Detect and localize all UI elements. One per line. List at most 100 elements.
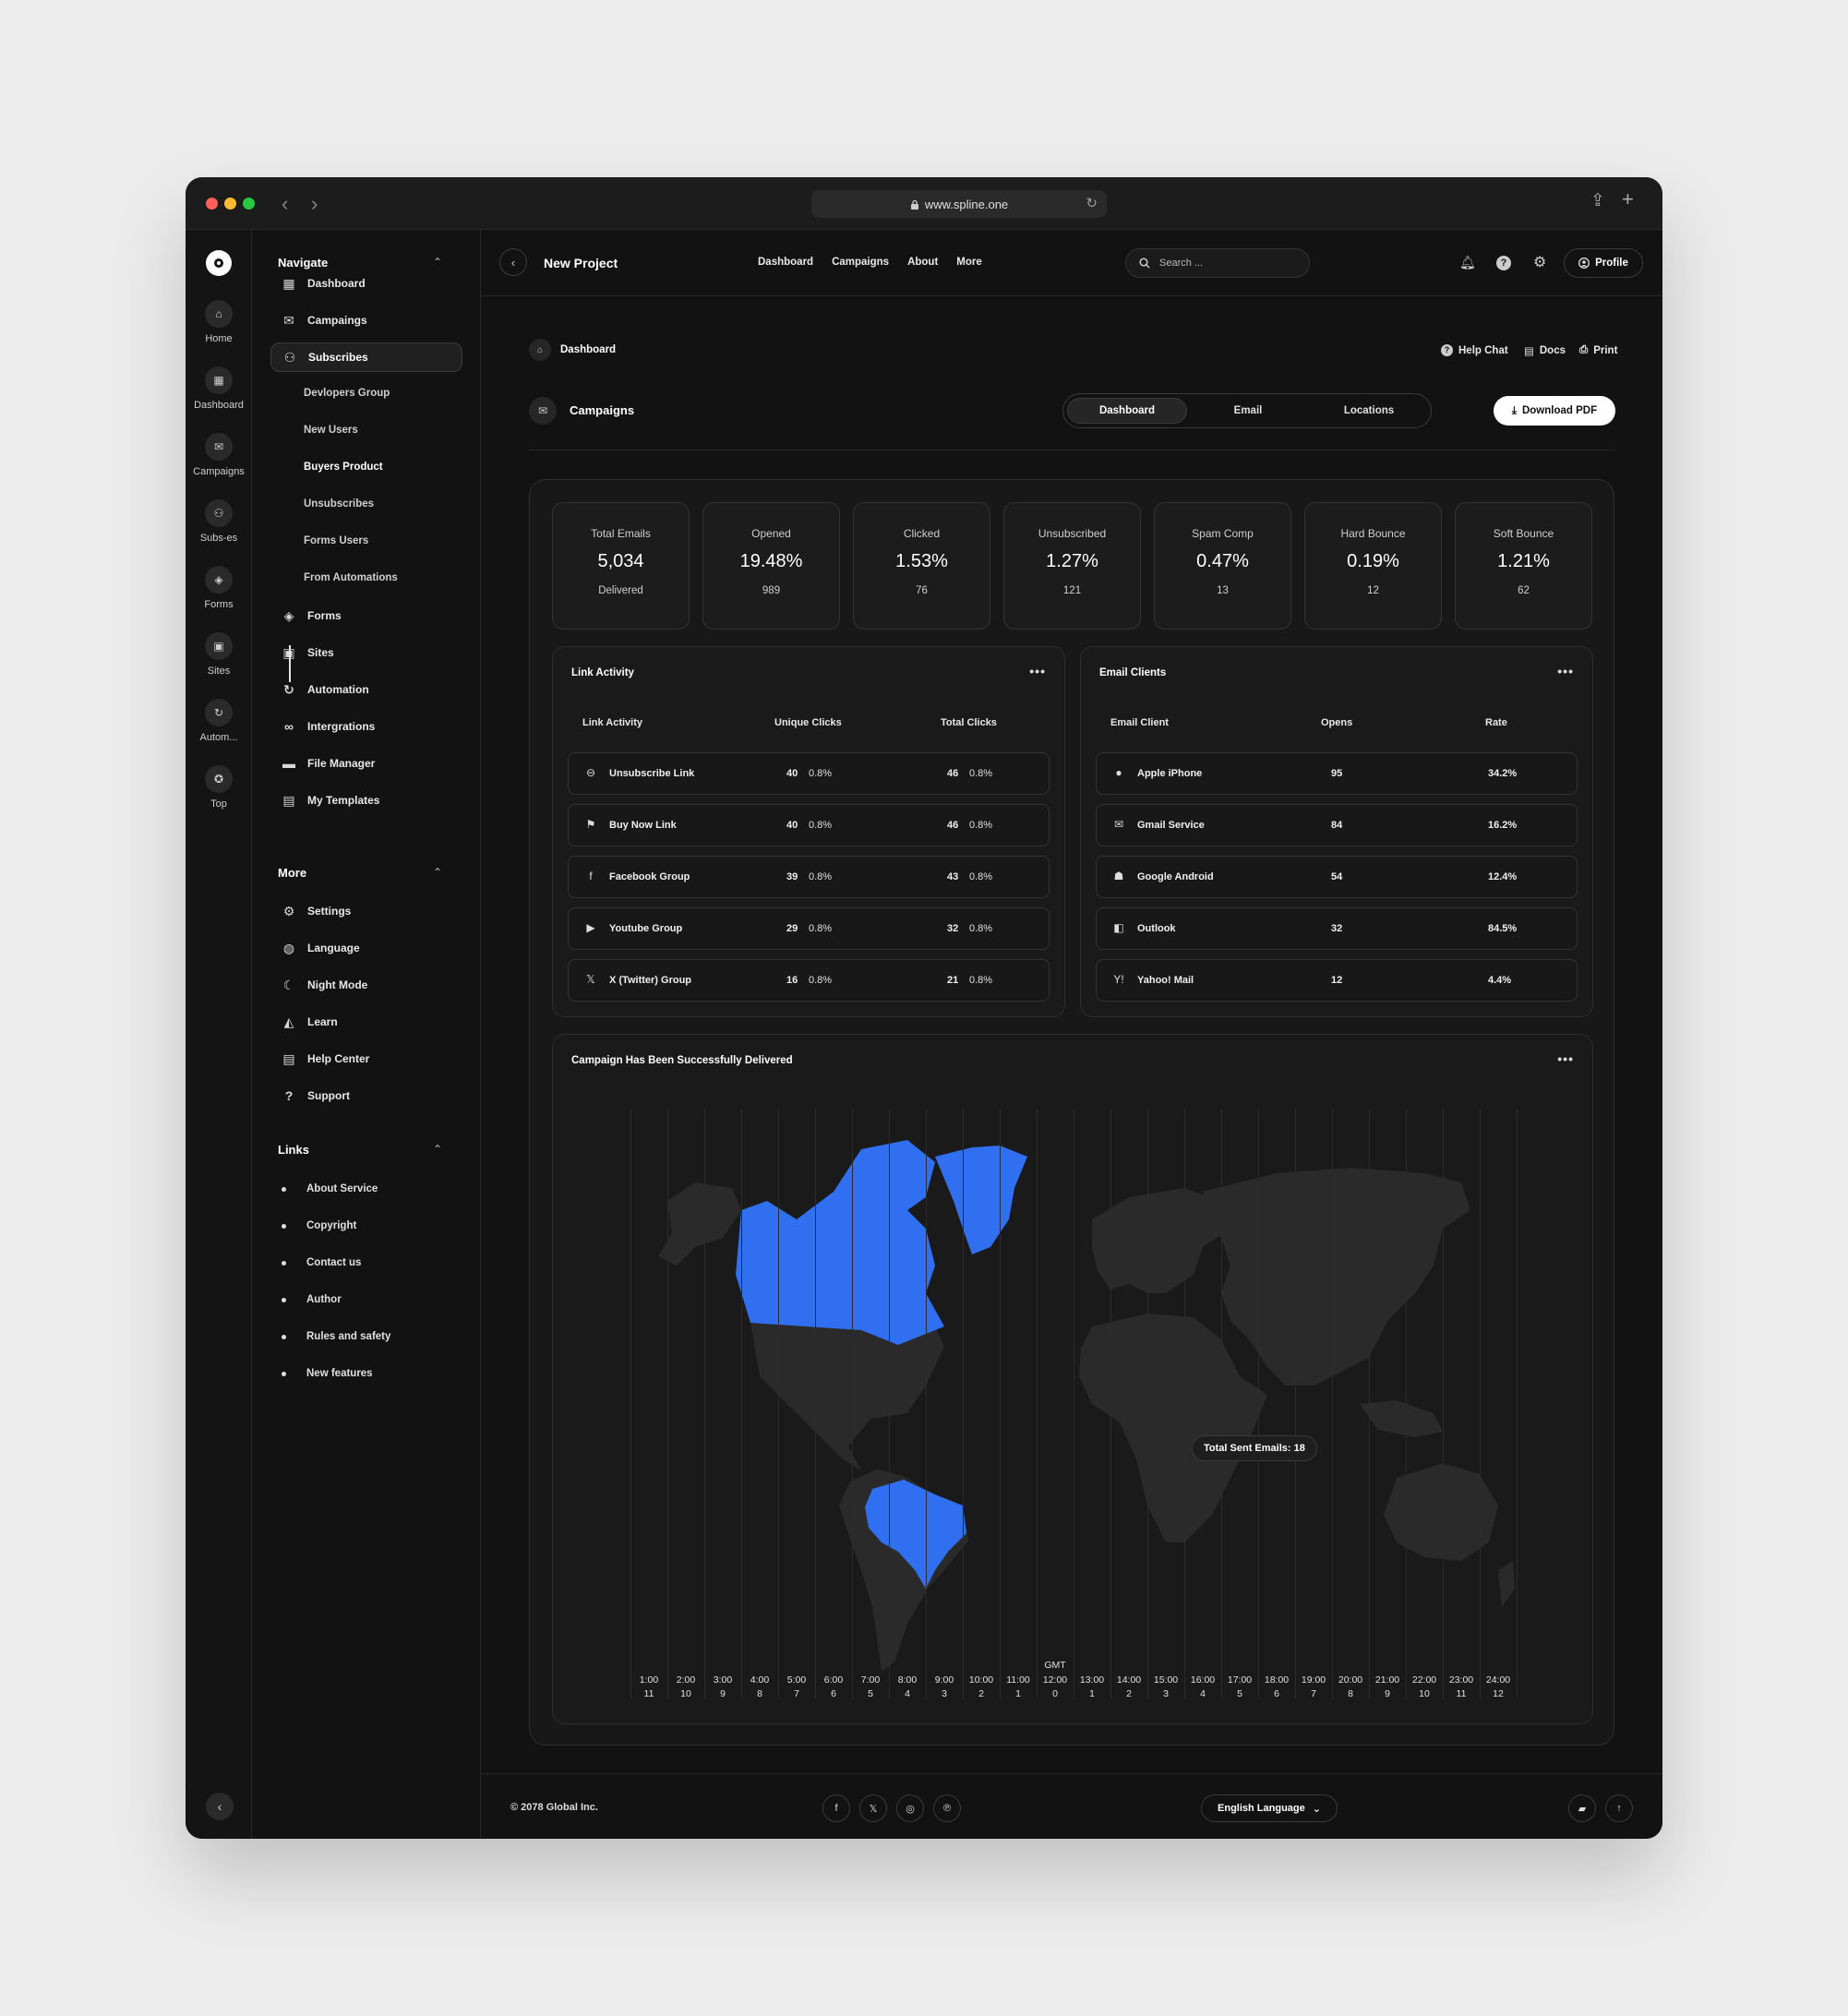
sidebar-item-learn[interactable]: ◭ Learn [270, 1007, 462, 1037]
sidebar-item-support[interactable]: ? Support [270, 1081, 462, 1110]
print-button[interactable]: ⎙ Print [1579, 344, 1617, 356]
sidebar-item-help-center[interactable]: ▤ Help Center [270, 1044, 462, 1074]
download-pdf-button[interactable]: ⤓ Download PDF [1494, 396, 1615, 426]
sidebar-item-campaings[interactable]: ✉ Campaings [270, 306, 462, 335]
rail-item-forms[interactable]: ◈ Forms [186, 566, 252, 610]
new-tab-icon[interactable]: + [1622, 187, 1634, 211]
chevron-up-icon[interactable]: ⌃ [433, 1143, 442, 1156]
more-options-icon[interactable]: ••• [1029, 664, 1046, 678]
table-row[interactable]: 𝕏 X (Twitter) Group 16 0.8% 21 0.8% [568, 959, 1050, 1002]
rail-item-campaigns[interactable]: ✉ Campaigns [186, 433, 252, 477]
footer: © 2078 Global Inc. f 𝕏 ◎ ℗ English Langu… [481, 1773, 1662, 1839]
table-row[interactable]: Y! Yahoo! Mail 12 4.4% [1096, 959, 1578, 1002]
close-window-button[interactable] [206, 198, 218, 210]
sidebar-item-forms[interactable]: ◈ Forms [270, 601, 462, 630]
pinterest-icon[interactable]: ℗ [933, 1794, 961, 1822]
instagram-icon[interactable]: ◎ [896, 1794, 924, 1822]
sidebar-item-intergrations[interactable]: ∞ Intergrations [270, 712, 462, 741]
maximize-window-button[interactable] [243, 198, 255, 210]
reload-icon[interactable]: ↻ [1086, 195, 1098, 211]
home-icon[interactable]: ⌂ [529, 339, 551, 361]
table-row[interactable]: ☗ Google Android 54 12.4% [1096, 856, 1578, 898]
sidebar-subitem-unsubscribes[interactable]: Unsubscribes [289, 490, 374, 518]
search-input[interactable]: Search ... [1125, 248, 1310, 278]
gear-icon[interactable]: ⚙ [1533, 253, 1546, 271]
chevron-up-icon[interactable]: ⌃ [433, 256, 442, 269]
share-icon[interactable]: ⇪ [1590, 190, 1605, 211]
rail-item-subses[interactable]: ⚇ Subs-es [186, 499, 252, 544]
language-select[interactable]: English Language ⌄ [1201, 1794, 1338, 1822]
x-twitter-icon[interactable]: 𝕏 [859, 1794, 887, 1822]
bell-icon[interactable]: 🔔︎ [1459, 255, 1476, 270]
help-chat-button[interactable]: ? Help Chat [1441, 344, 1508, 356]
breadcrumb[interactable]: Dashboard [560, 344, 616, 355]
profile-button[interactable]: Profile [1564, 248, 1643, 278]
table-row[interactable]: f Facebook Group 39 0.8% 43 0.8% [568, 856, 1050, 898]
column-header: Total Clicks [941, 717, 997, 728]
timezone-label: 15:00 3 [1147, 1674, 1184, 1701]
minimize-window-button[interactable] [224, 198, 236, 210]
help-icon[interactable]: ? [1496, 256, 1511, 270]
more-options-icon[interactable]: ••• [1557, 664, 1574, 678]
browser-back-icon[interactable]: ‹ [282, 192, 288, 216]
timezone-offset: 8 [1348, 1688, 1353, 1699]
stat-card-soft-bounce: Soft Bounce 1.21% 62 [1455, 502, 1592, 630]
sidebar-item-subscribes[interactable]: ⚇ Subscribes [270, 342, 462, 372]
more-options-icon[interactable]: ••• [1557, 1051, 1574, 1066]
link-contact-us[interactable]: Contact us [282, 1249, 361, 1277]
top-nav-campaigns[interactable]: Campaigns [832, 257, 889, 268]
timezone-column [1406, 1109, 1407, 1699]
arrow-up-icon[interactable]: ↑ [1605, 1794, 1633, 1822]
sidebar-item-sites[interactable]: ▣Sites [270, 638, 462, 667]
sidebar-item-night-mode[interactable]: ☾ Night Mode [270, 970, 462, 1000]
sidebar-item-settings[interactable]: ⚙ Settings [270, 896, 462, 926]
tab-locations[interactable]: Locations [1309, 398, 1429, 424]
rail-item-top[interactable]: ✪ Top [186, 765, 252, 810]
facebook-icon[interactable]: f [822, 1794, 850, 1822]
app-logo[interactable] [206, 250, 232, 276]
link-copyright[interactable]: Copyright [282, 1212, 356, 1240]
table-row[interactable]: ◧ Outlook 32 84.5% [1096, 907, 1578, 950]
sidebar-item-language[interactable]: ◍ Language [270, 933, 462, 963]
chat-icon[interactable]: ▰ [1568, 1794, 1596, 1822]
top-nav-about[interactable]: About [907, 257, 938, 268]
docs-button[interactable]: ▤ Docs [1524, 344, 1566, 357]
sidebar-subitem-new-users[interactable]: New Users [289, 416, 358, 444]
back-button[interactable]: ‹ [499, 248, 527, 276]
client-rate: 34.2% [1488, 768, 1518, 779]
table-row[interactable]: ▶ Youtube Group 29 0.8% 32 0.8% [568, 907, 1050, 950]
sidebar-subitem-buyers-product[interactable]: Buyers Product [289, 453, 383, 481]
rail-item-dashboard[interactable]: ▦ Dashboard [186, 366, 252, 411]
browser-forward-icon[interactable]: › [311, 192, 318, 216]
sidebar-subitem-from-automations[interactable]: From Automations [289, 564, 398, 592]
top-nav-dashboard[interactable]: Dashboard [758, 257, 813, 268]
sidebar-subitem-forms-users[interactable]: Forms Users [289, 527, 368, 555]
chevron-up-icon[interactable]: ⌃ [433, 866, 442, 879]
link-author[interactable]: Author [282, 1286, 342, 1314]
table-row[interactable]: ⚑ Buy Now Link 40 0.8% 46 0.8% [568, 804, 1050, 846]
sidebar-item-my-templates[interactable]: ▤ My Templates [270, 786, 462, 815]
table-row[interactable]: ✉ Gmail Service 84 16.2% [1096, 804, 1578, 846]
link-new-features[interactable]: New features [282, 1360, 373, 1387]
tab-email[interactable]: Email [1188, 398, 1308, 424]
timezone-offset: 5 [1237, 1688, 1242, 1699]
rail-item-autom[interactable]: ↻ Autom... [186, 699, 252, 743]
sidebar-item-dashboard[interactable]: ▦ Dashboard [270, 269, 462, 298]
sidebar-subitem-devlopers-group[interactable]: Devlopers Group [289, 379, 390, 407]
sidebar-item-automation[interactable]: ↻ Automation [270, 675, 462, 704]
table-row[interactable]: ⊖ Unsubscribe Link 40 0.8% 46 0.8% [568, 752, 1050, 795]
table-row[interactable]: ● Apple iPhone 95 34.2% [1096, 752, 1578, 795]
link-rules-and-safety[interactable]: Rules and safety [282, 1323, 390, 1350]
url-bar[interactable]: www.spline.one ↻ [811, 190, 1107, 218]
timezone-label: 14:00 2 [1110, 1674, 1147, 1701]
rail-item-home[interactable]: ⌂ Home [186, 300, 252, 344]
collapse-sidebar-button[interactable]: ‹ [206, 1793, 234, 1820]
timezone-column [963, 1109, 964, 1699]
rail-item-sites[interactable]: ▣ Sites [186, 632, 252, 677]
client-rate: 12.4% [1488, 871, 1518, 882]
tab-dashboard[interactable]: Dashboard [1067, 398, 1187, 424]
top-nav-more[interactable]: More [956, 257, 981, 268]
link-about-service[interactable]: About Service [282, 1175, 378, 1203]
sidebar-item-file-manager[interactable]: ▬ File Manager [270, 749, 462, 778]
timezone-offset: 6 [831, 1688, 836, 1699]
